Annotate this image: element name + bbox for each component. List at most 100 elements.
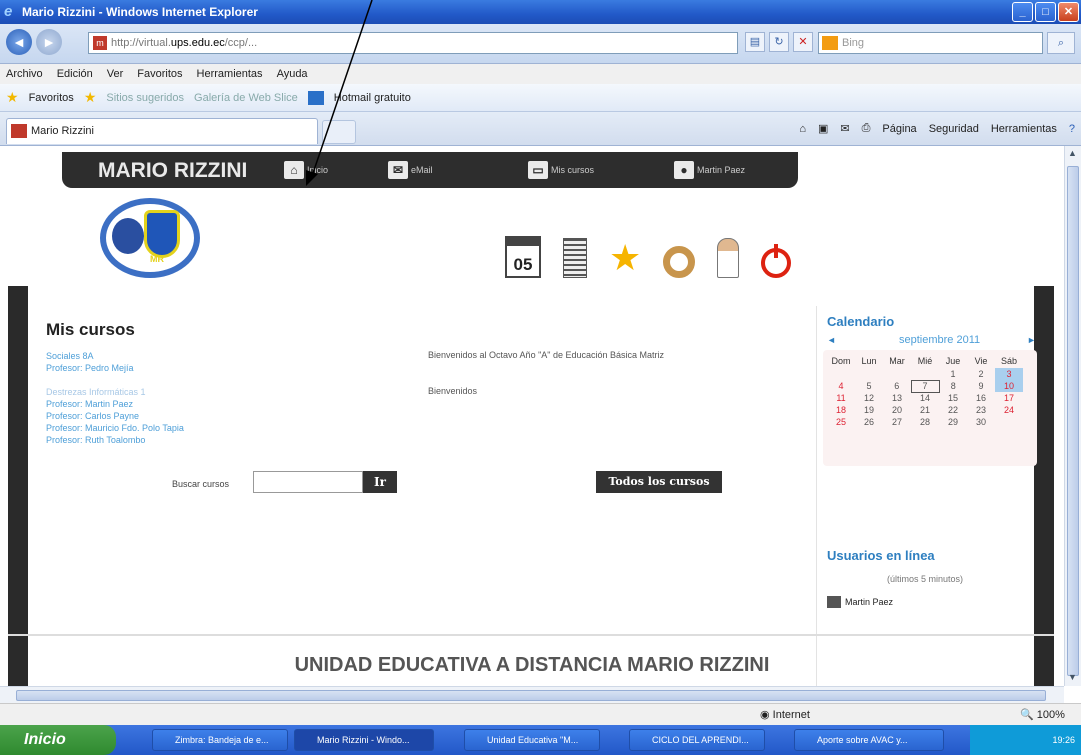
calendar-day[interactable]: 14	[911, 392, 939, 404]
calendar-day[interactable]: 22	[939, 404, 967, 416]
forward-button[interactable]: ►	[36, 29, 62, 55]
calendar-day[interactable]: 19	[855, 404, 883, 416]
calendar-day[interactable]: 25	[827, 416, 855, 428]
teacher-link[interactable]: Profesor: Mauricio Fdo. Polo Tapia	[46, 422, 184, 434]
taskbar-item[interactable]: Zimbra: Bandeja de e...	[152, 729, 288, 751]
nav-user[interactable]: ● Martin Paez	[674, 160, 745, 180]
maximize-button[interactable]: □	[1035, 2, 1056, 22]
menu-edicion[interactable]: Edición	[57, 68, 93, 80]
calendar-day[interactable]: 4	[827, 380, 855, 392]
calendar-day[interactable]: 27	[883, 416, 911, 428]
stop-icon[interactable]: ✕	[793, 32, 813, 52]
scroll-up-icon[interactable]: ▲	[1068, 148, 1077, 158]
taskbar-item[interactable]: Unidad Educativa "M...	[464, 729, 600, 751]
prev-month-icon[interactable]: ◄	[827, 335, 836, 345]
scroll-down-icon[interactable]: ▼	[1068, 672, 1077, 682]
nav-email[interactable]: ✉ eMail	[388, 160, 433, 180]
calendar-month[interactable]: septiembre 2011	[899, 334, 980, 346]
cmd-herramientas[interactable]: Herramientas	[991, 123, 1057, 135]
tab-mario-rizzini[interactable]: Mario Rizzini	[6, 118, 318, 144]
zoom-level[interactable]: 🔍 100%	[1020, 708, 1065, 721]
calendar-day[interactable]: 11	[827, 392, 855, 404]
vertical-scrollbar[interactable]: ▲ ▼	[1064, 146, 1081, 686]
calendar-day[interactable]: 30	[967, 416, 995, 428]
taskbar-item[interactable]: CICLO DEL APRENDI...	[629, 729, 765, 751]
teacher-link[interactable]: Profesor: Ruth Toalombo	[46, 434, 184, 446]
calendar-day[interactable]: 18	[827, 404, 855, 416]
calendar-day[interactable]: 1	[939, 368, 967, 380]
home-icon[interactable]: ⌂	[799, 123, 806, 135]
calendar-day[interactable]: 9	[967, 380, 995, 392]
fav-web-slice-gallery[interactable]: Galería de Web Slice	[194, 92, 298, 104]
teacher-link[interactable]: Profesor: Carlos Payne	[46, 410, 184, 422]
calendar-day[interactable]: 13	[883, 392, 911, 404]
address-bar[interactable]: m http://virtual.ups.edu.ec/ccp/...	[88, 32, 738, 54]
lifebuoy-icon[interactable]	[663, 246, 696, 278]
calendar-day[interactable]: 6	[883, 380, 911, 392]
add-favorite-icon[interactable]: ★	[84, 89, 97, 106]
online-user-name[interactable]: Martin Paez	[845, 597, 893, 607]
online-user[interactable]: Martin Paez	[827, 596, 893, 608]
calendar-day[interactable]: 7	[910, 379, 940, 393]
fav-hotmail[interactable]: Hotmail gratuito	[334, 92, 411, 104]
search-courses-input[interactable]	[253, 471, 363, 493]
calendar-day[interactable]: 5	[855, 380, 883, 392]
minimize-button[interactable]: _	[1012, 2, 1033, 22]
nav-inicio[interactable]: ⌂ Inicio	[284, 160, 328, 180]
star-icon[interactable]: ★	[609, 238, 641, 278]
compat-view-icon[interactable]: ▤	[745, 32, 765, 52]
teacher-link[interactable]: Profesor: Martin Paez	[46, 398, 184, 410]
mail-icon[interactable]: ✉	[840, 122, 849, 135]
document-icon[interactable]	[563, 238, 587, 278]
calendar-day[interactable]: 10	[995, 380, 1023, 392]
menu-ayuda[interactable]: Ayuda	[277, 68, 308, 80]
calendar-day[interactable]: 3	[995, 368, 1023, 380]
calendar-day[interactable]: 26	[855, 416, 883, 428]
calendar-day[interactable]: 16	[967, 392, 995, 404]
all-courses-button[interactable]: Todos los cursos	[596, 471, 722, 493]
search-go-button[interactable]: Ir	[363, 471, 397, 493]
taskbar-item[interactable]: Mario Rizzini - Windo...	[294, 729, 434, 751]
course-link[interactable]: Destrezas Informáticas 1	[46, 386, 184, 398]
scroll-thumb[interactable]	[1067, 166, 1079, 676]
feeds-icon[interactable]: ▣	[818, 122, 828, 135]
refresh-icon[interactable]: ↻	[769, 32, 789, 52]
calendar-day[interactable]: 23	[967, 404, 995, 416]
hscroll-thumb[interactable]	[16, 690, 1046, 701]
calendar-day[interactable]: 21	[911, 404, 939, 416]
profile-icon[interactable]	[717, 238, 740, 278]
calendar-day[interactable]: 17	[995, 392, 1023, 404]
calendar-day[interactable]: 20	[883, 404, 911, 416]
back-button[interactable]: ◄	[6, 29, 32, 55]
calendar-day[interactable]: 12	[855, 392, 883, 404]
print-icon[interactable]: ⎙	[862, 122, 871, 135]
calendar-day[interactable]: 28	[911, 416, 939, 428]
next-month-icon[interactable]: ►	[1027, 335, 1036, 345]
start-button[interactable]: Inicio	[0, 725, 116, 755]
menu-ver[interactable]: Ver	[107, 68, 124, 80]
calendar-day[interactable]: 29	[939, 416, 967, 428]
course-link[interactable]: Sociales 8A	[46, 350, 134, 362]
cmd-seguridad[interactable]: Seguridad	[929, 123, 979, 135]
horizontal-scrollbar[interactable]	[0, 686, 1064, 703]
menu-favoritos[interactable]: Favoritos	[137, 68, 182, 80]
nav-mis-cursos[interactable]: ▭ Mis cursos	[528, 160, 594, 180]
search-box[interactable]: Bing	[818, 32, 1043, 54]
logout-power-icon[interactable]	[761, 244, 792, 278]
calendar-day[interactable]: 2	[967, 368, 995, 380]
new-tab-button[interactable]	[322, 120, 356, 144]
menu-herramientas[interactable]: Herramientas	[197, 68, 263, 80]
calendar-day[interactable]: 24	[995, 404, 1023, 416]
address-url[interactable]: http://virtual.ups.edu.ec/ccp/...	[111, 37, 257, 49]
menu-archivo[interactable]: Archivo	[6, 68, 43, 80]
close-button[interactable]: ✕	[1058, 2, 1079, 22]
taskbar-item[interactable]: Aporte sobre AVAC y...	[794, 729, 944, 751]
site-brand[interactable]: MARIO RIZZINI	[98, 159, 247, 183]
teacher-link[interactable]: Profesor: Pedro Mejía	[46, 362, 134, 374]
calendar-day[interactable]: 15	[939, 392, 967, 404]
help-icon[interactable]: ?	[1069, 123, 1075, 135]
favorites-button[interactable]: Favoritos	[29, 92, 74, 104]
calendar-day[interactable]: 8	[939, 380, 967, 392]
cmd-pagina[interactable]: Página	[882, 123, 916, 135]
search-icon[interactable]: ⌕	[1047, 32, 1075, 54]
